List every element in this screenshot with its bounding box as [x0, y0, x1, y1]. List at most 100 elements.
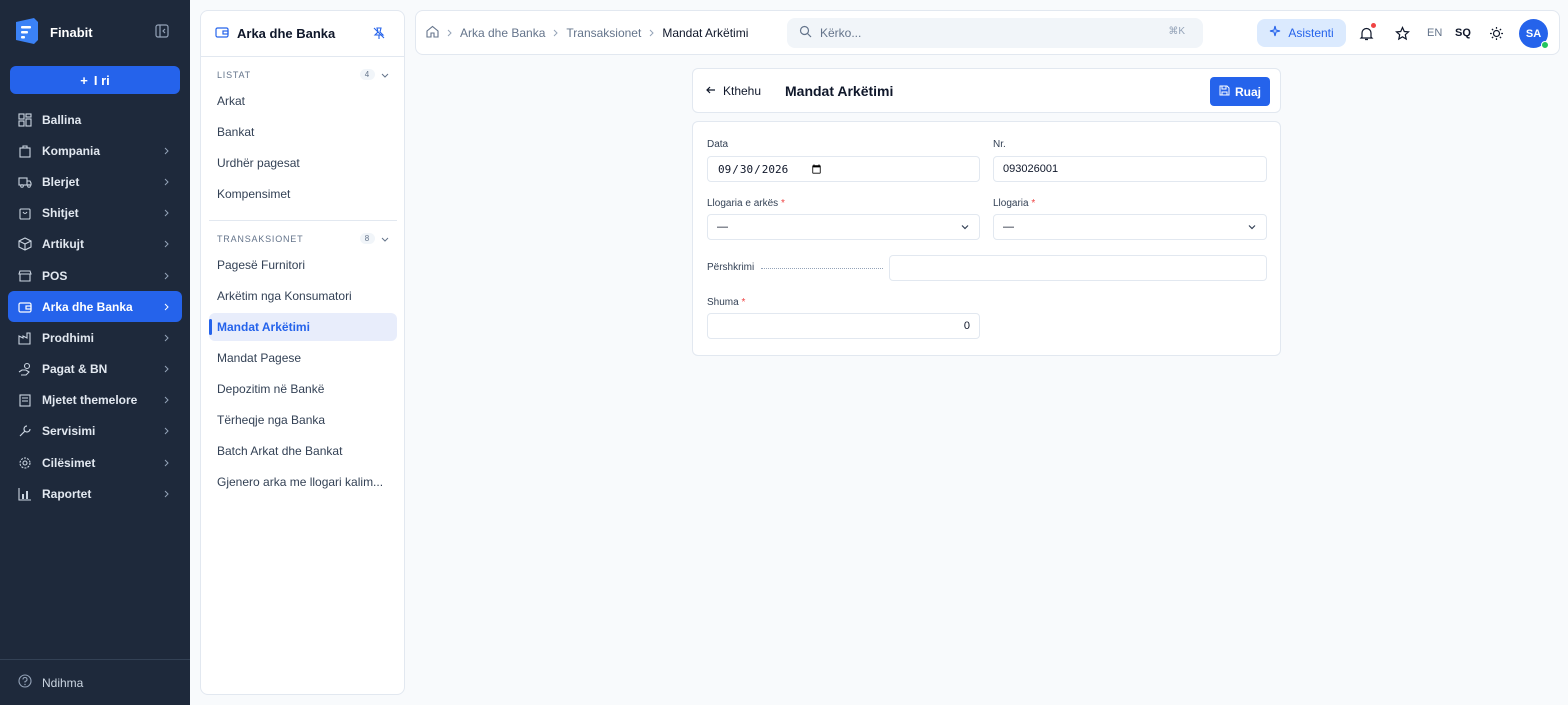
store-icon: [18, 269, 32, 283]
sun-icon[interactable]: [1487, 24, 1505, 42]
panel-item-arketim-nga-konsumatori[interactable]: Arkëtim nga Konsumatori: [209, 282, 397, 310]
panel-item-batch-arkat[interactable]: Batch Arkat dhe Bankat: [209, 437, 397, 465]
sidebar-item-shitjet[interactable]: Shitjet: [8, 198, 182, 229]
chevron-right-icon: [164, 240, 169, 248]
top-bar: Arka dhe Banka Transaksionet Mandat Arkë…: [415, 10, 1560, 55]
shuma-field[interactable]: 0: [707, 313, 980, 339]
panel-title: Arka dhe Banka: [237, 26, 336, 41]
home-icon[interactable]: [426, 25, 439, 41]
finabit-logo-icon: [12, 16, 42, 49]
sidebar-item-prodhimi[interactable]: Prodhimi: [8, 322, 182, 353]
panel-item-pagese-furnitori[interactable]: Pagesë Furnitori: [209, 251, 397, 279]
sidebar-item-label: Ballina: [42, 112, 82, 127]
sidebar-item-arka-dhe-banka[interactable]: Arka dhe Banka: [8, 291, 182, 323]
assistant-button[interactable]: Asistenti: [1257, 19, 1346, 47]
save-button[interactable]: Ruaj: [1210, 77, 1270, 106]
sidebar-item-label: POS: [42, 268, 68, 283]
chevron-down-icon: [381, 237, 389, 242]
panel-item-urdher-pagesat[interactable]: Urdhër pagesat: [209, 149, 397, 177]
search-box: ⌘K: [787, 18, 1203, 48]
nr-field[interactable]: 093026001: [993, 156, 1267, 182]
required-asterisk: *: [1031, 198, 1036, 209]
back-button[interactable]: Kthehu: [705, 69, 761, 113]
nr-label: Nr.: [993, 139, 1006, 150]
sidebar-item-label: Raportet: [42, 486, 92, 501]
brand[interactable]: Finabit: [12, 16, 93, 49]
chevron-right-icon: [164, 178, 169, 186]
wallet-icon: [215, 25, 229, 42]
sidebar-item-label: Shitjet: [42, 206, 79, 221]
pershkrimi-field[interactable]: [889, 255, 1267, 281]
panel-item-kompensimet[interactable]: Kompensimet: [209, 180, 397, 208]
count-badge: 8: [359, 233, 375, 244]
sidebar-nav: Ballina Kompania Blerjet Shitjet Artikuj…: [8, 104, 182, 509]
chevron-right-icon: [164, 334, 169, 342]
dotted-leader: [761, 268, 883, 269]
sidebar-item-ballina[interactable]: Ballina: [8, 104, 182, 135]
assets-icon: [18, 393, 32, 407]
breadcrumb-transaksionet[interactable]: Transaksionet: [566, 26, 641, 40]
sidebar-item-label: Pagat & BN: [42, 362, 108, 377]
plus-icon: +: [80, 72, 88, 88]
sidebar-item-mjetet-themelore[interactable]: Mjetet themelore: [8, 385, 182, 416]
search-input[interactable]: [820, 26, 1150, 40]
new-button[interactable]: + I ri: [10, 66, 180, 94]
chevron-right-icon: [164, 459, 169, 467]
sidebar-item-servisimi[interactable]: Servisimi: [8, 416, 182, 447]
main-sidebar: Finabit + I ri Ballina Kompania Blerjet …: [0, 0, 190, 705]
sidebar-item-raportet[interactable]: Raportet: [8, 478, 182, 509]
breadcrumb-arka-dhe-banka[interactable]: Arka dhe Banka: [460, 26, 545, 40]
panel-item-bankat[interactable]: Bankat: [209, 118, 397, 146]
unpin-icon[interactable]: [372, 26, 386, 43]
breadcrumb: Arka dhe Banka Transaksionet Mandat Arkë…: [426, 11, 748, 55]
section-title: TRANSAKSIONET: [217, 233, 304, 244]
save-label: Ruaj: [1234, 84, 1261, 99]
required-asterisk: *: [741, 297, 746, 308]
sidebar-item-cilesimet[interactable]: Cilësimet: [8, 447, 182, 478]
chevron-right-icon: [164, 209, 169, 217]
shuma-label-text: Shuma: [707, 297, 739, 308]
section-divider: [209, 220, 397, 221]
section-header-listat[interactable]: LISTAT 4: [217, 69, 389, 80]
sidebar-item-label: Servisimi: [42, 424, 96, 439]
panel-item-mandat-pagese[interactable]: Mandat Pagese: [209, 344, 397, 372]
chevron-right-icon: [164, 147, 169, 155]
panel-item-arkat[interactable]: Arkat: [209, 87, 397, 115]
building-icon: [18, 144, 32, 158]
section-header-transaksionet[interactable]: TRANSAKSIONET 8: [217, 233, 389, 244]
sidebar-item-pagat-bn[interactable]: Pagat & BN: [8, 354, 182, 385]
sidebar-item-label: Mjetet themelore: [42, 393, 138, 408]
chevron-right-icon: [164, 272, 169, 279]
help-label: Ndihma: [42, 675, 84, 690]
llogaria-select[interactable]: —: [993, 214, 1267, 240]
sidebar-item-kompania[interactable]: Kompania: [8, 135, 182, 166]
sidebar-item-pos[interactable]: POS: [8, 260, 182, 291]
search-shortcut: ⌘K: [1168, 26, 1185, 37]
sidebar-collapse-icon[interactable]: [155, 24, 171, 40]
sidebar-item-blerjet[interactable]: Blerjet: [8, 166, 182, 197]
lang-sq-button[interactable]: SQ: [1455, 27, 1471, 39]
form-card: Data Nr. 093026001 Llogaria e arkës * — …: [692, 121, 1281, 356]
llogaria-arkes-label-text: Llogaria e arkës: [707, 198, 779, 209]
llogaria-label-text: Llogaria: [993, 198, 1029, 209]
sidebar-item-label: Blerjet: [42, 174, 80, 189]
help-link[interactable]: Ndihma: [0, 659, 190, 705]
panel-item-terheqje-nga-banka[interactable]: Tërheqje nga Banka: [209, 406, 397, 434]
new-button-label: I ri: [93, 72, 110, 88]
arrow-left-icon: [705, 84, 717, 99]
select-value: —: [1003, 221, 1014, 233]
panel-item-depozitim-ne-banke[interactable]: Depozitim në Bankë: [209, 375, 397, 403]
star-icon[interactable]: [1393, 24, 1411, 42]
help-circle-icon: [18, 674, 32, 691]
date-input[interactable]: [707, 156, 980, 182]
sidebar-item-artikujt[interactable]: Artikujt: [8, 229, 182, 260]
panel-item-mandat-arketimi[interactable]: Mandat Arkëtimi: [209, 313, 397, 341]
breadcrumb-separator-icon: [648, 26, 655, 40]
panel-item-gjenero-arka[interactable]: Gjenero arka me llogari kalim...: [209, 468, 397, 496]
pershkrimi-label: Përshkrimi: [707, 262, 755, 273]
chevron-right-icon: [164, 365, 169, 373]
llogaria-label: Llogaria *: [993, 198, 1035, 209]
llogaria-arkes-select[interactable]: —: [707, 214, 980, 240]
lang-en-button[interactable]: EN: [1427, 27, 1442, 39]
notification-dot: [1371, 23, 1376, 28]
